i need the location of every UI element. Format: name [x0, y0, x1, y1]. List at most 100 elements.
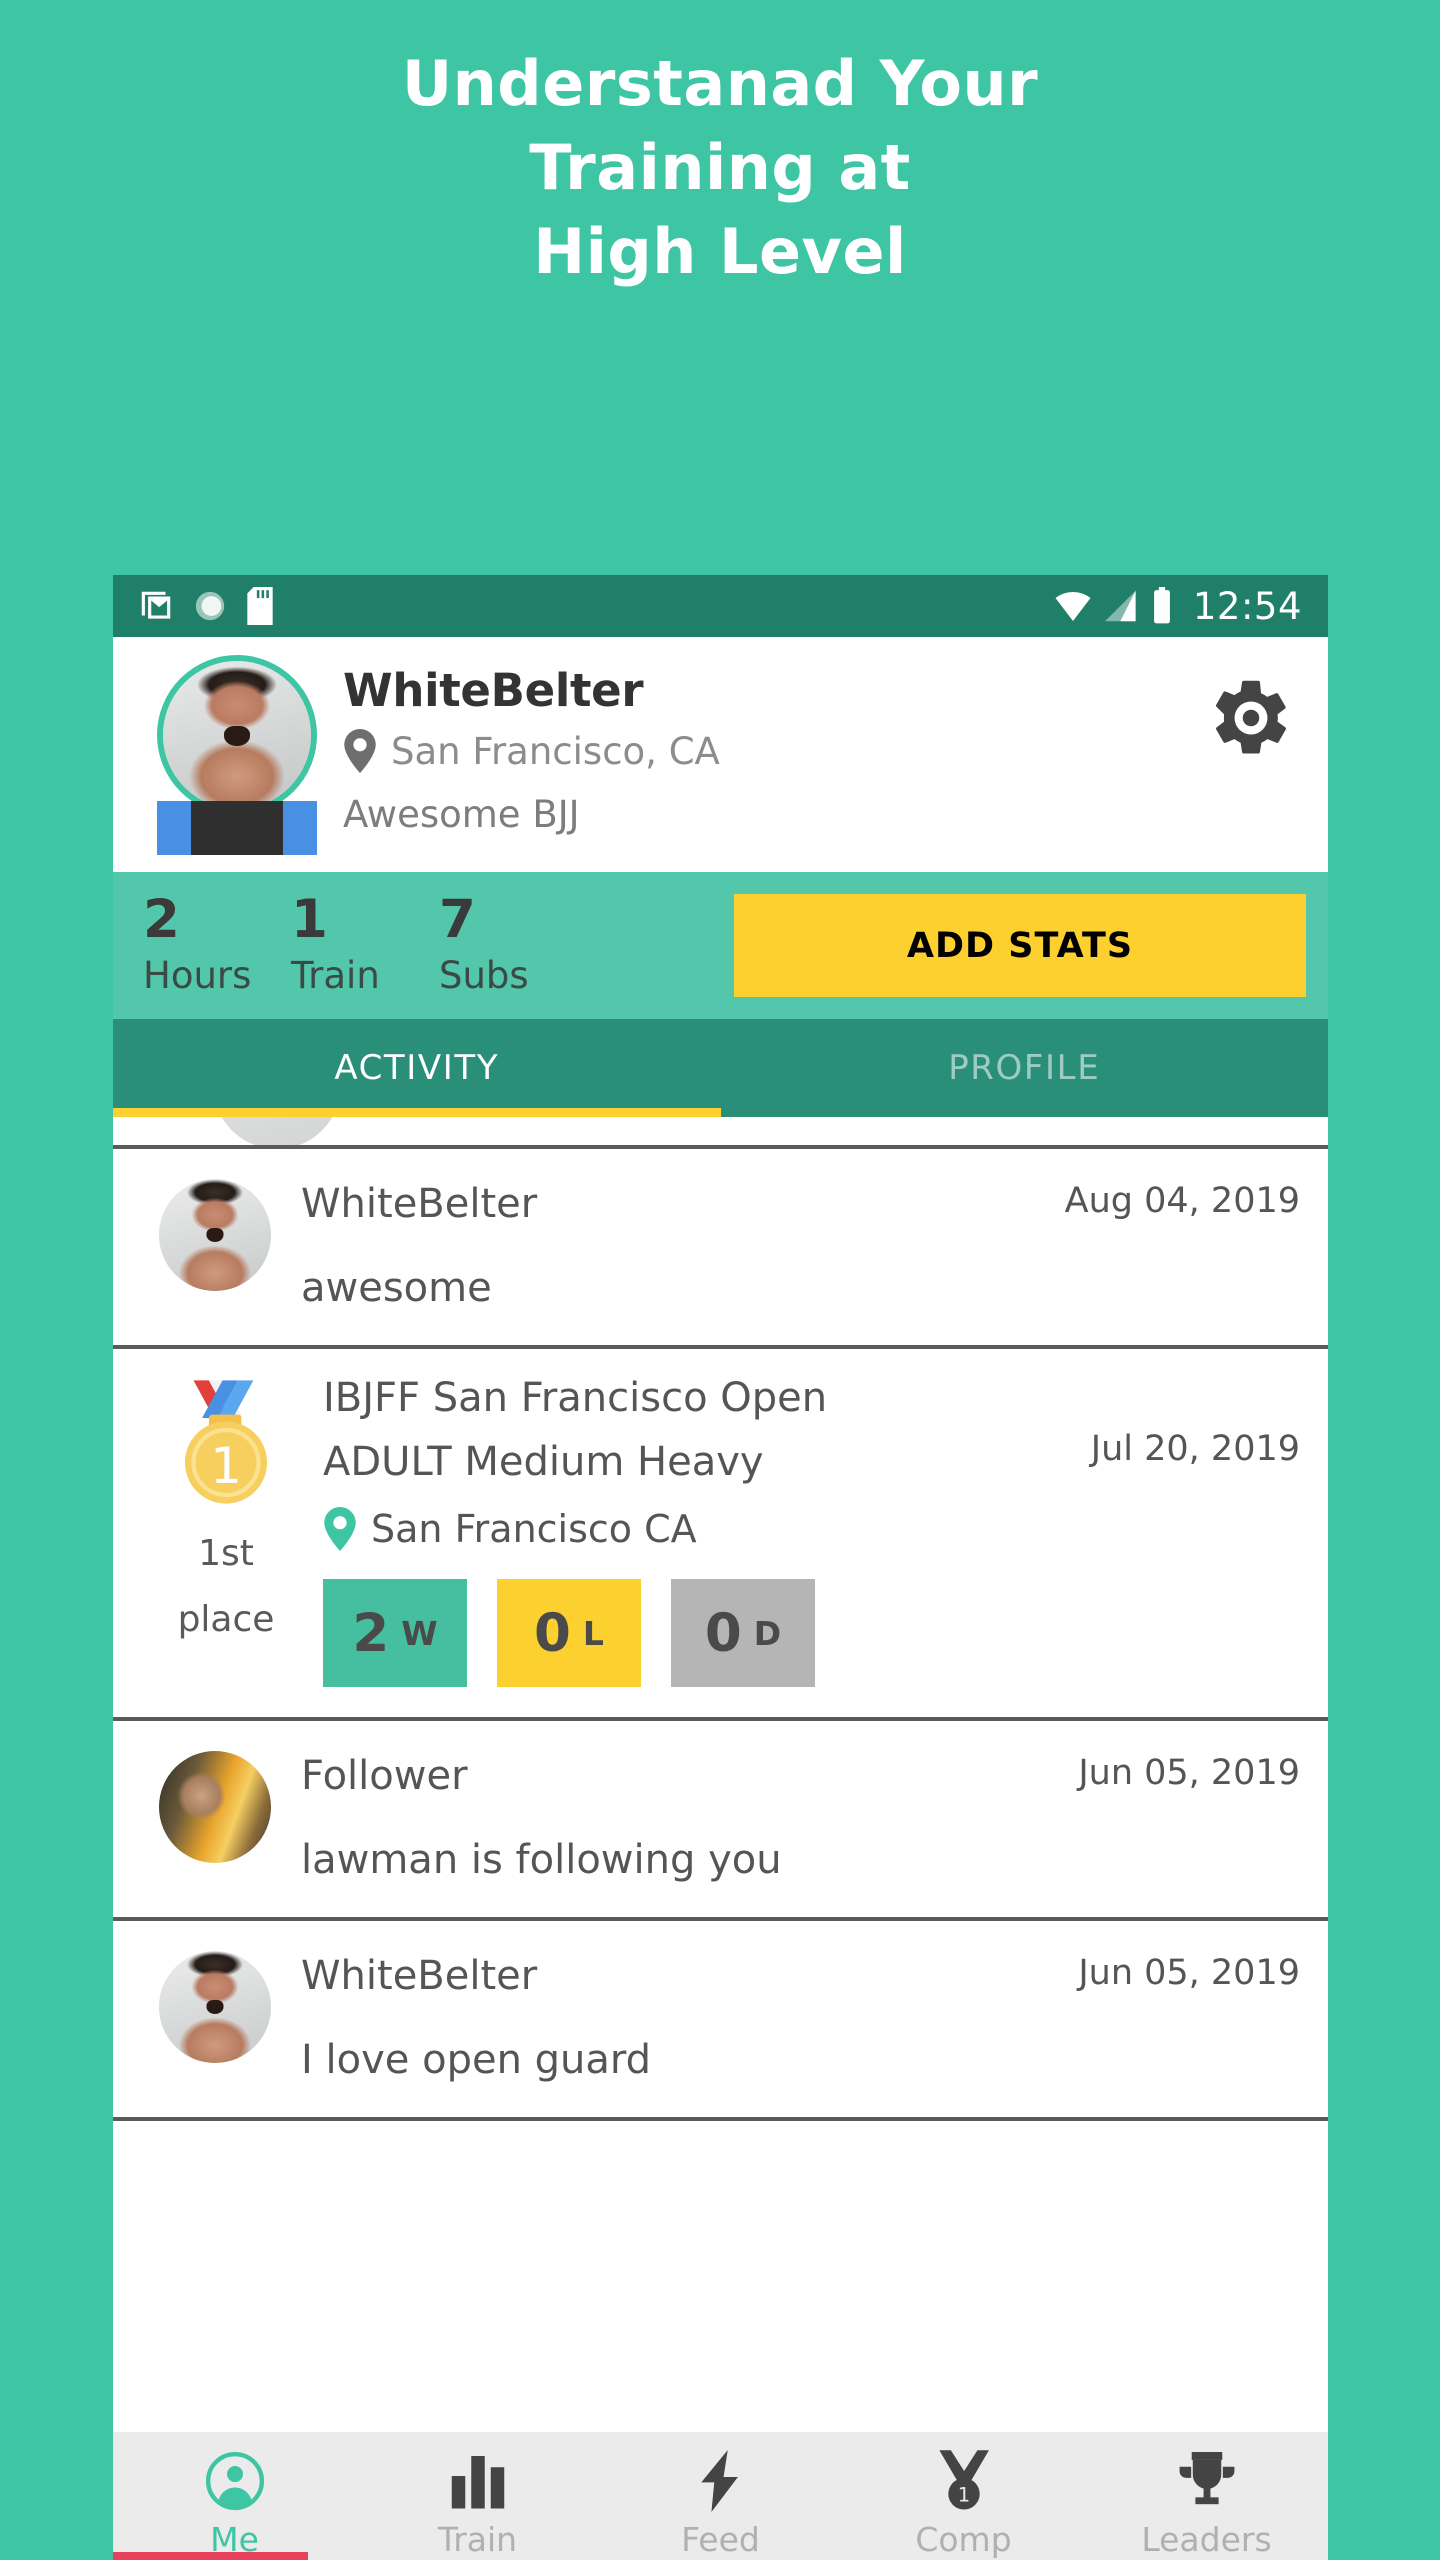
add-stats-button[interactable]: ADD STATS [734, 894, 1306, 997]
avatar[interactable] [159, 1751, 271, 1863]
avatar-ring [157, 655, 317, 815]
table-row[interactable]: WhiteBelter Jun 05, 2019 I love open gua… [113, 1921, 1328, 2121]
avatar-mouth [224, 726, 250, 747]
nav-active-indicator [113, 2552, 308, 2560]
nav-item-me[interactable]: Me [113, 2446, 356, 2559]
map-pin-icon [324, 1507, 356, 1551]
profile-info: WhiteBelter San Francisco, CA Awesome BJ… [343, 655, 1304, 836]
status-bar: 12:54 [113, 575, 1328, 637]
post-author: WhiteBelter [301, 1953, 538, 1999]
competition-item[interactable]: 1 1st place IBJFF San Francisco Open ADU… [137, 1349, 1304, 1717]
post-item[interactable]: Follower Jun 05, 2019 lawman is followin… [137, 1721, 1304, 1917]
nav-item-comp[interactable]: 1 Comp [842, 2446, 1085, 2559]
table-row[interactable]: 1 1st place IBJFF San Francisco Open ADU… [113, 1349, 1328, 1721]
status-bar-clock: 12:54 [1192, 584, 1302, 628]
record-draws-letter: D [753, 1613, 782, 1653]
bar-chart-icon [448, 2446, 508, 2516]
cell-signal-icon [1104, 590, 1136, 622]
competition-place: 1st place [178, 1521, 275, 1653]
nav-item-comp-label: Comp [915, 2520, 1012, 2559]
post-text: awesome [301, 1265, 492, 1311]
post-date: Jun 05, 2019 [1078, 1753, 1300, 1793]
settings-button[interactable] [1208, 675, 1294, 766]
stat-train-label: Train [291, 954, 380, 997]
competition-place-line1: 1st [198, 1533, 254, 1574]
record-draws: 0 D [671, 1579, 815, 1687]
avatar[interactable] [151, 655, 323, 855]
map-pin-icon [344, 729, 376, 773]
post-item[interactable]: WhiteBelter Jun 05, 2019 I love open gua… [137, 1921, 1304, 2117]
record-draws-value: 0 [704, 1602, 742, 1664]
stat-train-value: 1 [291, 889, 328, 950]
nav-item-train-label: Train [437, 2520, 518, 2559]
avatar[interactable] [159, 1951, 271, 2063]
tab-profile[interactable]: PROFILE [721, 1019, 1329, 1117]
stat-hours-label: Hours [143, 954, 252, 997]
battery-icon [1153, 587, 1170, 624]
gear-icon [1216, 680, 1286, 754]
profile-location-row: San Francisco, CA [343, 729, 1304, 773]
gmail-icon [141, 591, 171, 619]
svg-text:1: 1 [957, 2484, 969, 2507]
post-body: WhiteBelter Jun 05, 2019 I love open gua… [301, 1951, 1304, 2083]
record-losses-value: 0 [534, 1602, 571, 1664]
competition-record: 2 W 0 L 0 D [323, 1579, 1304, 1687]
lightning-bolt-icon [700, 2446, 742, 2516]
nav-item-leaders-label: Leaders [1141, 2520, 1272, 2559]
profile-username: WhiteBelter [343, 664, 644, 717]
record-wins-value: 2 [352, 1602, 390, 1664]
competition-body: IBJFF San Francisco Open ADULT Medium He… [323, 1375, 1304, 1687]
stat-hours-value: 2 [143, 889, 180, 950]
status-bar-left-icons [137, 587, 275, 625]
stat-subs: 7 Subs [433, 893, 581, 997]
nav-item-train[interactable]: Train [356, 2446, 599, 2559]
medal-icon: 1 [936, 2446, 992, 2516]
post-header: WhiteBelter Aug 04, 2019 [301, 1181, 1304, 1227]
wifi-icon [1055, 591, 1091, 621]
promo-headline: Understanad Your Training at High Level [0, 0, 1440, 294]
nav-item-leaders[interactable]: Leaders [1085, 2446, 1328, 2559]
profile-gym: Awesome BJJ [343, 793, 580, 836]
record-losses: 0 L [497, 1579, 641, 1687]
post-header: Follower Jun 05, 2019 [301, 1753, 1304, 1799]
competition-medal-column: 1 1st place [151, 1375, 301, 1687]
competition-location-text: San Francisco CA [371, 1507, 697, 1551]
record-losses-letter: L [582, 1613, 604, 1653]
post-date: Aug 04, 2019 [1064, 1181, 1300, 1221]
list-item-partial[interactable] [113, 1117, 1328, 1149]
stat-train: 1 Train [285, 889, 433, 997]
sd-card-icon [247, 587, 273, 625]
status-bar-right-icons: 12:54 [1053, 585, 1302, 628]
table-row[interactable]: WhiteBelter Aug 04, 2019 awesome [113, 1149, 1328, 1349]
post-date: Jun 05, 2019 [1078, 1953, 1300, 1993]
avatar[interactable] [159, 1179, 271, 1291]
competition-date: Jul 20, 2019 [1090, 1429, 1300, 1469]
table-row[interactable]: Follower Jun 05, 2019 lawman is followin… [113, 1721, 1328, 1921]
tab-activity[interactable]: ACTIVITY [113, 1019, 721, 1117]
sync-circle-icon [195, 591, 225, 621]
nav-item-feed[interactable]: Feed [599, 2446, 842, 2559]
avatar-photo [159, 1951, 271, 2063]
avatar-photo [159, 1179, 271, 1291]
activity-feed[interactable]: WhiteBelter Aug 04, 2019 awesome 1 1st p… [113, 1117, 1328, 2432]
post-text: lawman is following you [301, 1837, 782, 1883]
stat-subs-label: Subs [439, 954, 529, 997]
post-item[interactable]: WhiteBelter Aug 04, 2019 awesome [137, 1149, 1304, 1345]
belt-rank-graphic [157, 801, 317, 855]
competition-text-column: IBJFF San Francisco Open ADULT Medium He… [323, 1375, 827, 1485]
profile-location-text: San Francisco, CA [391, 729, 720, 773]
belt-center [191, 801, 283, 855]
stats-band: 2 Hours 1 Train 7 Subs ADD STATS [113, 872, 1328, 1019]
competition-location-row: San Francisco CA [323, 1507, 1304, 1551]
gold-medal-icon: 1 [171, 1377, 281, 1507]
headline-line-2: Training at [529, 131, 911, 204]
post-body: WhiteBelter Aug 04, 2019 awesome [301, 1179, 1304, 1311]
post-author: WhiteBelter [301, 1181, 538, 1227]
stat-hours: 2 Hours [137, 889, 285, 997]
competition-division: ADULT Medium Heavy [323, 1439, 764, 1485]
trophy-icon [1178, 2446, 1236, 2516]
headline-line-3: High Level [533, 215, 907, 288]
partial-avatar [213, 1117, 341, 1145]
avatar-photo [163, 661, 311, 809]
post-text: I love open guard [301, 2037, 652, 2083]
